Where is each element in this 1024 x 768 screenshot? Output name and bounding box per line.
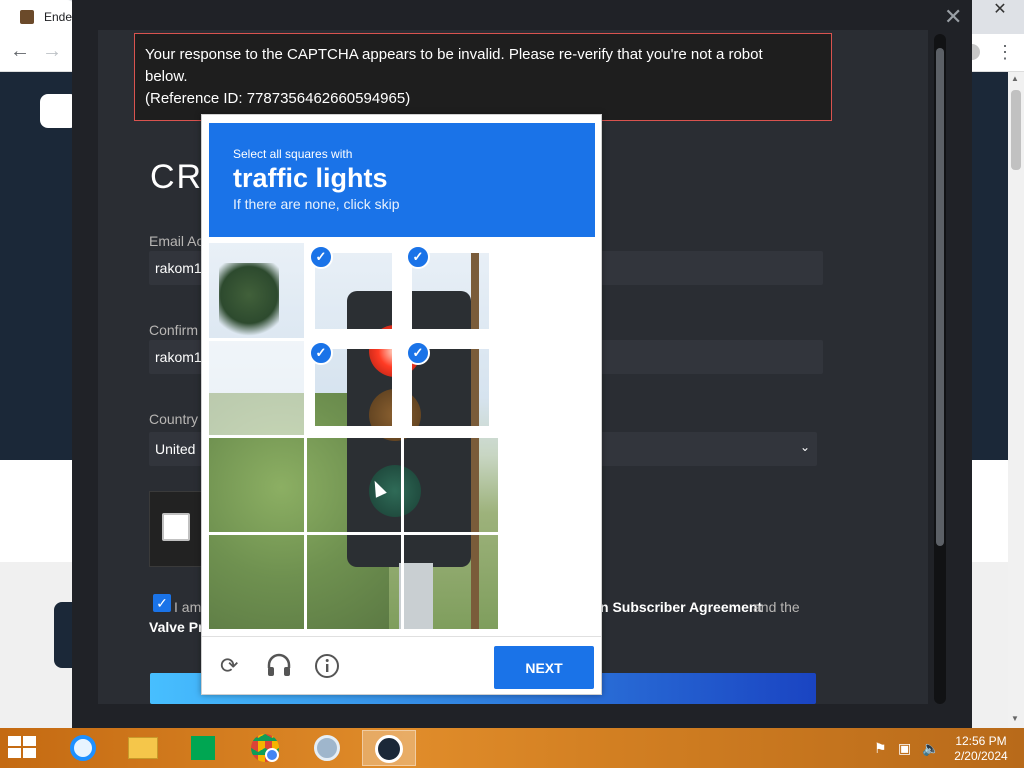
scroll-down-arrow-icon[interactable]: ▼ [1011, 714, 1019, 723]
chrome-icon[interactable] [238, 730, 292, 766]
grid-divider [209, 435, 595, 438]
agree-checkbox[interactable]: ✓ [153, 594, 171, 612]
windows-logo-icon [8, 748, 21, 758]
captcha-footer: ⟳ NEXT [202, 636, 601, 694]
modal-scrollbar-thumb[interactable] [936, 48, 944, 546]
info-icon[interactable] [314, 653, 340, 685]
windows-logo-icon [23, 748, 36, 758]
confirm-email-label: Confirm [149, 322, 199, 338]
internet-explorer-icon[interactable] [56, 730, 110, 766]
headphones-icon[interactable] [266, 653, 292, 683]
clock-time: 12:56 PM [955, 734, 1007, 748]
error-line-1: Your response to the CAPTCHA appears to … [145, 46, 763, 63]
captcha-target: traffic lights [233, 163, 388, 193]
tile-check-icon: ✓ [406, 341, 430, 365]
captcha-instruction: Select all squares with [233, 147, 353, 161]
action-center-flag-icon[interactable]: ⚑ [874, 740, 887, 757]
country-label: Country [149, 411, 199, 427]
recaptcha-checkbox[interactable] [162, 513, 190, 541]
next-button[interactable]: NEXT [494, 646, 594, 689]
page-scrollbar-thumb[interactable] [1011, 90, 1021, 170]
grid-divider [209, 532, 595, 535]
page-scrollbar[interactable] [1008, 72, 1024, 728]
start-button[interactable] [8, 736, 38, 760]
tab-favicon-icon [20, 10, 34, 24]
captcha-hint: If there are none, click skip [233, 196, 400, 212]
agree-text-mid: and the [753, 599, 800, 615]
forward-arrow-icon[interactable]: → [42, 40, 62, 63]
palm-tree [219, 263, 279, 343]
clock-date: 2/20/2024 [954, 749, 1008, 763]
network-icon[interactable]: ▣ [898, 740, 911, 757]
email-label: Email Ac [149, 233, 204, 249]
browser-tab[interactable]: Ender [0, 0, 75, 34]
captcha-header: Select all squares with traffic lights I… [209, 123, 595, 237]
tab-title: Ender [44, 10, 74, 24]
store-icon[interactable] [176, 730, 230, 766]
volume-muted-icon[interactable]: 🔈 [922, 740, 939, 757]
error-line-2: below. [145, 68, 188, 85]
signal-stand [399, 563, 433, 629]
scroll-up-arrow-icon[interactable]: ▲ [1011, 74, 1019, 83]
valve-privacy-link[interactable]: Valve Pr [149, 619, 204, 635]
windows-taskbar: ⚑ ▣ 🔈 12:56 PM 2/20/2024 [0, 728, 1024, 768]
recaptcha-challenge: Select all squares with traffic lights I… [201, 114, 602, 695]
back-arrow-icon[interactable]: ← [10, 40, 30, 63]
file-explorer-icon[interactable] [116, 730, 170, 766]
error-reference-id: (Reference ID: 7787356462660594965) [145, 90, 411, 107]
system-clock[interactable]: 12:56 PM 2/20/2024 [946, 734, 1016, 764]
reload-icon[interactable]: ⟳ [220, 653, 238, 679]
tile-check-icon: ✓ [309, 245, 333, 269]
grid-divider [209, 338, 595, 341]
window-close-icon[interactable]: ✕ [976, 0, 1024, 22]
subscriber-agreement-link[interactable]: n Subscriber Agreement [600, 599, 762, 615]
agree-text-prefix: I am [174, 599, 202, 615]
chevron-down-icon: ⌄ [800, 440, 811, 454]
tile-check-icon: ✓ [309, 341, 333, 365]
media-center-icon[interactable] [300, 730, 354, 766]
tile-faded [209, 339, 305, 435]
tile-check-icon: ✓ [406, 245, 430, 269]
captcha-error-message: Your response to the CAPTCHA appears to … [134, 33, 832, 121]
windows-logo-icon [23, 736, 36, 746]
steam-icon[interactable] [362, 730, 416, 766]
browser-menu-icon[interactable]: ⋮ [996, 42, 1014, 63]
windows-logo-icon [8, 736, 21, 746]
modal-close-icon[interactable]: ✕ [944, 4, 962, 30]
captcha-image-grid: ✓ ✓ ✓ ✓ [209, 243, 595, 629]
